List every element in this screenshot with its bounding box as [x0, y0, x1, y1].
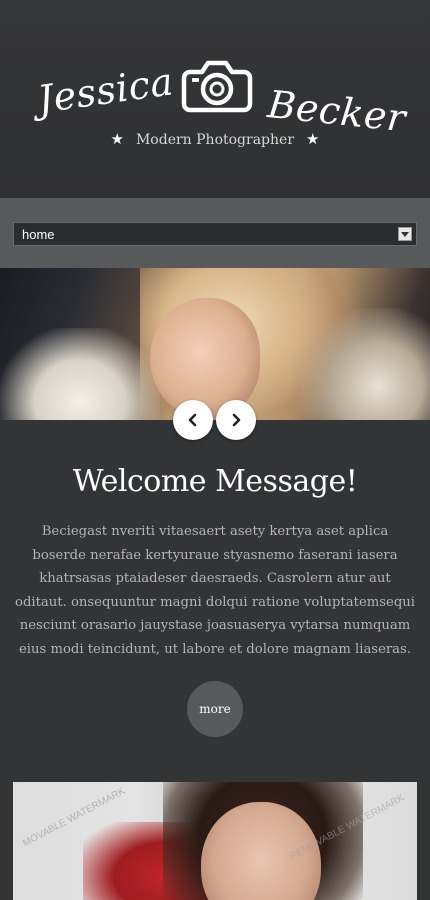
nav-select[interactable]: home	[13, 222, 417, 246]
star-icon: ★	[110, 130, 124, 148]
chevron-left-icon	[188, 413, 197, 427]
star-icon: ★	[306, 130, 320, 148]
nav-bar: home	[0, 198, 430, 268]
more-button[interactable]: more	[187, 681, 243, 737]
welcome-text: Beciegast nveriti vitaesaert asety kerty…	[15, 524, 415, 657]
hero-slider-image	[0, 268, 430, 420]
tagline: ★ Modern Photographer ★	[0, 130, 430, 148]
chevron-right-icon	[232, 413, 241, 427]
gallery-photo[interactable]: MOVABLE WATERMARK REMOVABLE WATERMARK	[13, 782, 417, 900]
welcome-heading: Welcome Message!	[72, 464, 358, 499]
nav-select-value: home	[22, 227, 55, 242]
slider-next-button[interactable]	[216, 400, 256, 440]
site-header: Jessica Becker ★ Modern Photographer ★	[0, 0, 430, 198]
camera-icon	[181, 60, 253, 113]
slider-prev-button[interactable]	[173, 400, 213, 440]
logo-first-name: Jessica	[34, 59, 177, 122]
chevron-down-icon[interactable]	[398, 227, 412, 241]
slide-face	[150, 298, 260, 418]
site-logo[interactable]: Jessica Becker ★ Modern Photographer ★	[0, 52, 430, 152]
slide-feathers	[0, 328, 160, 420]
page: Jessica Becker ★ Modern Photographer ★ hom…	[0, 0, 430, 900]
tagline-text: Modern Photographer	[135, 132, 295, 148]
slide-feathers-right	[300, 308, 430, 420]
